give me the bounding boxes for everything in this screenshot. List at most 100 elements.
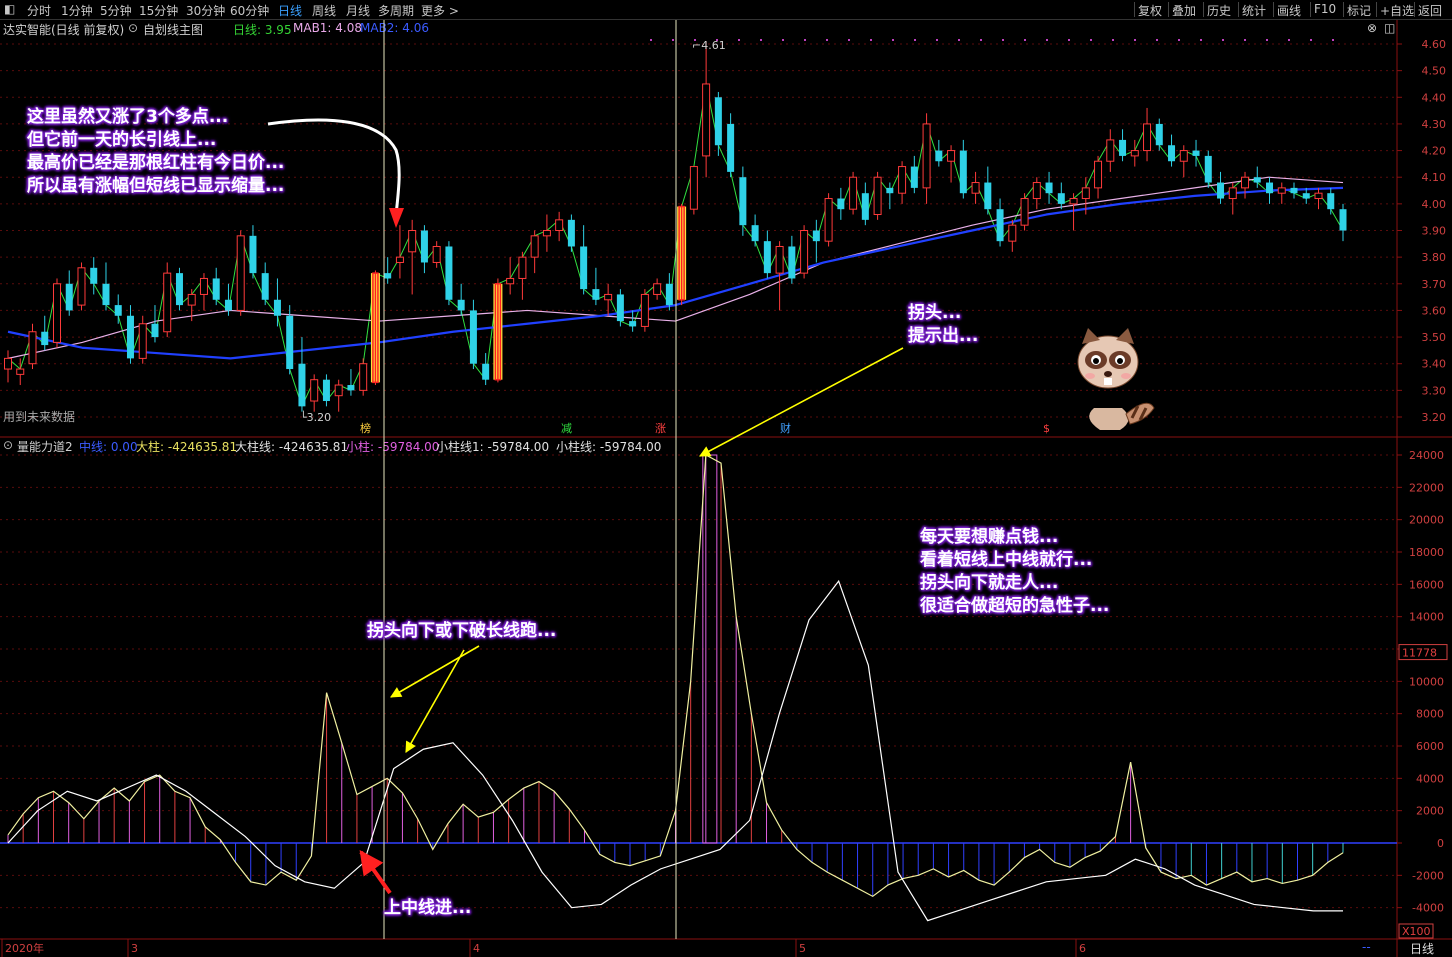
candle-body-up — [359, 363, 368, 391]
candle-body-up — [1228, 187, 1237, 200]
price-axis-labels: 3.20 3.30 3.40 3.50 3.60 3.70 3.80 3.90 4.00 4.10… — [1397, 38, 1446, 424]
annotation-line: 这里虽然又涨了3个多点... — [27, 107, 229, 127]
candle-body-down — [273, 299, 281, 316]
candle-body-down — [1168, 145, 1176, 162]
candle-body-up — [1094, 160, 1103, 189]
candle-body-up — [187, 293, 196, 306]
time-label: 6 — [1079, 942, 1086, 955]
top-dot-marker — [782, 39, 784, 41]
indicator-tick-label: 0 — [1437, 837, 1444, 850]
price-tick-label: 4.10 — [1422, 171, 1447, 184]
candle-body-down — [457, 299, 465, 311]
indicator-tick-label: 16000 — [1409, 578, 1444, 591]
price-tick-label: 3.70 — [1422, 278, 1447, 291]
price-grid — [0, 43, 1397, 418]
top-dot-marker — [936, 39, 938, 41]
candle-body-up — [824, 198, 833, 242]
top-dot-marker — [1068, 39, 1070, 41]
candle-body-up — [1314, 192, 1323, 200]
annotation-line: 看着短线上中线就行... — [920, 550, 1093, 570]
candle-body-down — [298, 363, 306, 407]
candle-body-up — [702, 83, 711, 157]
candle-body-down — [102, 283, 110, 306]
candle-body-down — [286, 315, 294, 370]
break-arrow-2 — [405, 649, 465, 753]
candle-body-down — [1217, 182, 1225, 199]
candle-body-down — [751, 225, 759, 242]
price-tick-label: 4.00 — [1422, 198, 1447, 211]
candle-body-up — [1130, 150, 1139, 157]
annotation-line: 但它前一天的长引线上... — [27, 130, 217, 150]
indicator-tick-label: -4000 — [1412, 902, 1444, 915]
top-dot-marker — [1090, 39, 1092, 41]
candle-body-up — [52, 283, 61, 343]
top-dot-marker — [914, 39, 916, 41]
time-label: 3 — [131, 942, 138, 955]
top-dot-marker — [804, 39, 806, 41]
candle-body-down — [812, 230, 820, 242]
price-tick-label: 3.30 — [1422, 384, 1447, 397]
indicator-tick-label: 6000 — [1416, 740, 1444, 753]
candle-body-down — [151, 323, 159, 338]
candle-body-down — [665, 283, 673, 306]
candle-body-up — [1081, 187, 1090, 200]
price-tick-label: 4.60 — [1422, 38, 1447, 51]
break-arrow-1 — [390, 645, 480, 698]
turn-hint-arrow — [699, 347, 904, 457]
raccoon-mascot-icon — [1077, 328, 1155, 430]
candle-body-down — [322, 379, 330, 402]
top-dot-marker — [1222, 39, 1224, 41]
candle-body-up — [1241, 176, 1250, 189]
multiplier-label: X100 — [1402, 925, 1431, 938]
indicator-tick-label: 22000 — [1409, 481, 1444, 494]
price-tick-label: 4.50 — [1422, 65, 1447, 78]
top-dot-marker — [1288, 39, 1290, 41]
candle-body-down — [249, 235, 257, 274]
candle-body-up — [542, 230, 551, 237]
candle-body-up — [530, 235, 539, 258]
candle-body-down — [1192, 150, 1200, 156]
annotation-line: 每天要想赚点钱... — [920, 527, 1059, 547]
indicator-tick-label: 2000 — [1416, 805, 1444, 818]
indicator-axis-labels: -4000-2000020004000600080001000012000140… — [1397, 449, 1448, 939]
candle-body-up — [28, 331, 37, 365]
indicator-grid — [0, 454, 1397, 909]
price-tick-label: 4.40 — [1422, 91, 1447, 104]
top-dot-marker — [870, 39, 872, 41]
candle-body-up — [555, 219, 564, 231]
price-tick-label: 3.80 — [1422, 251, 1447, 264]
candle-body-down — [886, 187, 894, 194]
candle-body-down — [727, 123, 735, 172]
annotation-turn-hint: 拐头... 提示出... — [908, 302, 978, 348]
period-label[interactable]: 日线 — [1410, 940, 1434, 957]
annotation-line: 最高价已经是那根红柱有今日价... — [27, 153, 285, 173]
candle-body-down — [763, 241, 771, 274]
candle-body-down — [469, 310, 477, 364]
top-dot-marker — [1332, 39, 1334, 41]
top-dot-marker — [1200, 39, 1202, 41]
candle-body-up — [138, 323, 147, 359]
candle-body-down — [175, 273, 183, 306]
price-tick-label: 3.40 — [1422, 358, 1447, 371]
candle-body-up — [1143, 123, 1152, 152]
candle-body-down — [114, 305, 122, 316]
candle-body-down — [420, 230, 428, 263]
top-dot-marker — [672, 39, 674, 41]
candle-body-up — [1277, 187, 1286, 194]
indicator-tick-label: 14000 — [1409, 611, 1444, 624]
candle-body-down — [1290, 187, 1298, 194]
candle-body-up — [395, 256, 404, 263]
candle-body-down — [935, 150, 943, 162]
candle-body-down — [959, 150, 967, 194]
candle-body-down — [1266, 182, 1274, 194]
candle-body-up — [849, 176, 858, 210]
event-marker: 涨 — [655, 422, 666, 435]
candle-body-up — [506, 277, 515, 285]
candle-body-up — [604, 293, 613, 301]
candle-body-down — [910, 166, 918, 188]
price-tick-label: 3.20 — [1422, 411, 1447, 424]
candle-body-up — [163, 272, 172, 333]
candle-body-down — [482, 363, 490, 380]
price-tick-label: 3.60 — [1422, 304, 1447, 317]
top-dot-marker — [1112, 39, 1114, 41]
